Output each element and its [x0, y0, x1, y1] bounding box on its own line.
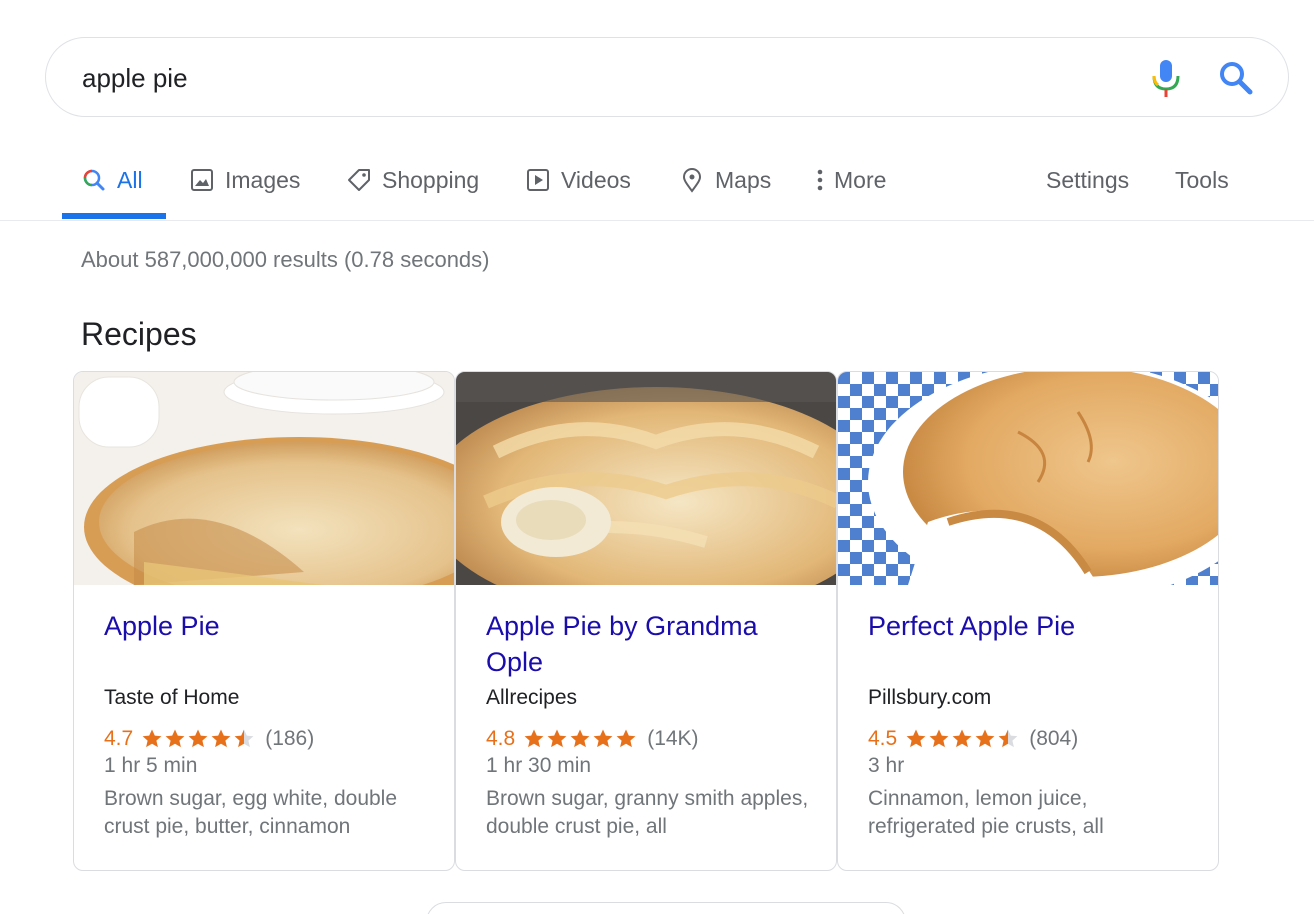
- recipe-title[interactable]: Perfect Apple Pie: [868, 608, 1198, 644]
- recipe-card[interactable]: Apple Pie by Grandma Ople Allrecipes 4.8…: [455, 371, 837, 871]
- star-icon: [975, 729, 995, 748]
- star-icon: [593, 729, 613, 748]
- recipe-ingredients: Cinnamon, lemon juice, refrigerated pie …: [868, 787, 1104, 838]
- recipe-time: 3 hr: [868, 754, 905, 777]
- result-stats: About 587,000,000 results (0.78 seconds): [81, 247, 490, 272]
- recipe-image[interactable]: [456, 372, 836, 585]
- map-pin-icon: [679, 167, 705, 193]
- recipe-title[interactable]: Apple Pie by Grandma Ople: [486, 608, 816, 680]
- tools-link[interactable]: Tools: [1175, 160, 1229, 200]
- search-icon: [81, 167, 107, 193]
- rating-row: 4.5 (804): [868, 724, 1078, 754]
- recipe-time: 1 hr 5 min: [104, 754, 198, 777]
- recipe-ingredients: Brown sugar, egg white, double crust pie…: [104, 787, 398, 838]
- star-rating: [523, 728, 638, 750]
- tab-label: Images: [225, 166, 301, 193]
- tab-label: Videos: [561, 166, 631, 193]
- tab-label: Tools: [1175, 166, 1229, 193]
- recipe-card[interactable]: Apple Pie Taste of Home 4.7 (186) 1 hr 5…: [73, 371, 455, 871]
- review-count: (186): [265, 727, 315, 750]
- review-count: (804): [1029, 727, 1079, 750]
- header-divider: [0, 220, 1314, 221]
- search-box[interactable]: apple pie: [45, 37, 1289, 117]
- star-icon: [211, 729, 231, 748]
- star-icon: [998, 729, 1018, 748]
- tab-label: Shopping: [382, 166, 480, 193]
- settings-link[interactable]: Settings: [1046, 160, 1129, 200]
- rating-value: 4.5: [868, 727, 898, 750]
- review-count: (14K): [647, 727, 699, 750]
- recipe-time: 1 hr 30 min: [486, 754, 592, 777]
- rating-value: 4.7: [104, 727, 134, 750]
- microphone-icon[interactable]: [1149, 58, 1183, 98]
- star-rating: [141, 728, 256, 750]
- recipe-title[interactable]: Apple Pie: [104, 608, 434, 644]
- star-icon: [616, 729, 636, 748]
- star-icon: [547, 729, 567, 748]
- rating-row: 4.8 (14K): [486, 724, 699, 754]
- tab-images[interactable]: Images: [189, 160, 300, 200]
- tab-more[interactable]: More: [812, 160, 886, 200]
- more-recipes-button[interactable]: [426, 902, 906, 914]
- search-icon[interactable]: [1216, 58, 1256, 98]
- tab-shopping[interactable]: Shopping: [346, 160, 479, 200]
- star-icon: [524, 729, 544, 748]
- recipe-image[interactable]: [838, 372, 1218, 585]
- star-icon: [929, 729, 949, 748]
- rating-value: 4.8: [486, 727, 516, 750]
- tab-videos[interactable]: Videos: [525, 160, 631, 200]
- recipe-source: Taste of Home: [104, 686, 240, 709]
- search-input[interactable]: apple pie: [82, 60, 188, 96]
- active-tab-indicator: [62, 213, 166, 219]
- tab-label: Settings: [1046, 166, 1130, 193]
- star-icon: [906, 729, 926, 748]
- star-icon: [188, 729, 208, 748]
- star-icon: [952, 729, 972, 748]
- recipe-source: Pillsbury.com: [868, 686, 992, 709]
- search-results-page: apple pie All Images Shopping Videos Map…: [0, 0, 1314, 914]
- star-icon: [165, 729, 185, 748]
- star-rating: [905, 728, 1020, 750]
- image-icon: [189, 167, 215, 193]
- tab-label: Maps: [715, 166, 772, 193]
- recipe-card[interactable]: Perfect Apple Pie Pillsbury.com 4.5 (804…: [837, 371, 1219, 871]
- tab-label: All: [117, 166, 143, 193]
- section-title: Recipes: [81, 316, 197, 352]
- star-icon: [234, 729, 254, 748]
- tag-icon: [346, 167, 372, 193]
- tab-all[interactable]: All: [81, 160, 143, 200]
- tab-maps[interactable]: Maps: [679, 160, 771, 200]
- recipe-source: Allrecipes: [486, 686, 578, 709]
- search-tabs: All Images Shopping Videos Maps More Set…: [0, 150, 1314, 220]
- star-icon: [570, 729, 590, 748]
- recipe-ingredients: Brown sugar, granny smith apples, double…: [486, 787, 809, 838]
- star-icon: [142, 729, 162, 748]
- rating-row: 4.7 (186): [104, 724, 314, 754]
- recipe-image[interactable]: [74, 372, 454, 585]
- tab-label: More: [834, 166, 887, 193]
- play-icon: [525, 167, 551, 193]
- more-vert-icon: [812, 167, 828, 193]
